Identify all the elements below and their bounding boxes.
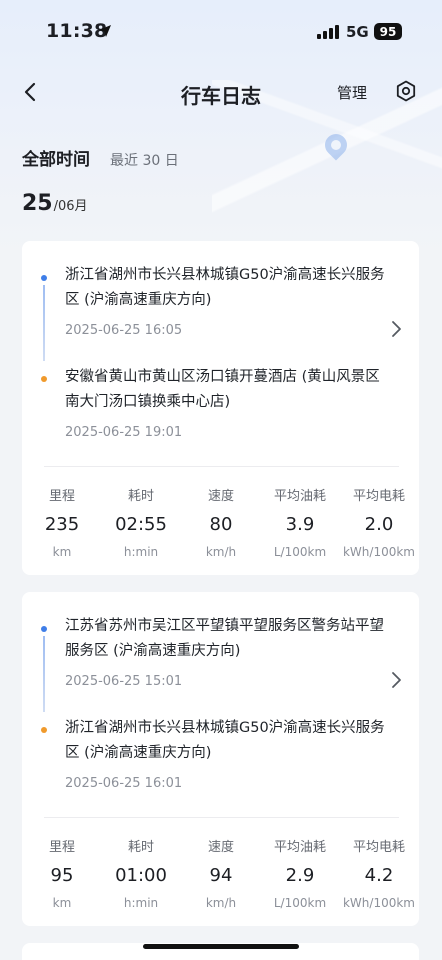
stat-value: 2.9 [285, 865, 315, 886]
stat-unit: km/h [205, 896, 237, 910]
trip-end: 浙江省湖州市长兴县林城镇G50沪渝高速长兴服务区 (沪渝高速重庆方向) 2025… [65, 716, 385, 791]
stat-speed: 速度 80 km/h [181, 485, 261, 559]
trip-route[interactable]: 江苏省苏州市吴江区平望镇平望服务区警务站平望服务区 (沪渝高速重庆方向) 202… [22, 592, 419, 814]
stat-value: 94 [209, 865, 233, 886]
trip-start: 江苏省苏州市吴江区平望镇平望服务区警务站平望服务区 (沪渝高速重庆方向) 202… [65, 614, 385, 689]
trip-end: 安徽省黄山市黄山区汤口镇开蔓酒店 (黄山风景区南大门汤口镇换乘中心店) 2025… [65, 365, 385, 440]
trip-stats: 里程 95 km 耗时 01:00 h:min 速度 94 km/h 平均油耗 … [22, 836, 419, 916]
start-time: 2025-06-25 15:01 [65, 674, 183, 689]
stat-label: 平均油耗 [273, 840, 326, 855]
start-point-icon [41, 626, 47, 632]
stat-unit: L/100km [273, 896, 327, 910]
trip-stats: 里程 235 km 耗时 02:55 h:min 速度 80 km/h 平均油耗… [22, 485, 419, 565]
stat-unit: h:min [123, 545, 159, 559]
stat-label: 平均电耗 [352, 840, 405, 855]
manage-button[interactable]: 管理 [337, 82, 367, 103]
stat-value: 80 [209, 514, 233, 535]
date-month: /06月 [53, 199, 88, 214]
stat-electricity: 平均电耗 2.0 kWh/100km [339, 485, 419, 559]
start-time: 2025-06-25 16:05 [65, 323, 183, 338]
end-point-icon [41, 376, 47, 382]
stat-label: 里程 [48, 840, 75, 855]
stat-unit: km [52, 896, 72, 910]
stat-label: 平均油耗 [273, 489, 326, 504]
stat-value: 3.9 [285, 514, 315, 535]
stat-value: 95 [50, 865, 74, 886]
stat-value: 2.0 [364, 514, 394, 535]
network-type: 5G [346, 23, 369, 41]
stat-label: 速度 [207, 489, 234, 504]
start-point-icon [41, 275, 47, 281]
stat-duration: 耗时 02:55 h:min [101, 485, 181, 559]
card-divider [44, 466, 399, 467]
stat-label: 耗时 [127, 840, 154, 855]
hexagon-settings-icon[interactable] [394, 79, 418, 103]
filter-recent-30-days[interactable]: 最近 30 日 [110, 150, 179, 170]
end-time: 2025-06-25 19:01 [65, 425, 183, 440]
card-divider [44, 817, 399, 818]
end-point-icon [41, 727, 47, 733]
stat-value: 01:00 [115, 865, 167, 886]
end-address: 安徽省黄山市黄山区汤口镇开蔓酒店 (黄山风景区南大门汤口镇换乘中心店) [65, 369, 380, 410]
stat-fuel: 平均油耗 3.9 L/100km [260, 485, 340, 559]
stat-value: 235 [44, 514, 80, 535]
stat-label: 里程 [48, 489, 75, 504]
trip-start: 浙江省湖州市长兴县林城镇G50沪渝高速长兴服务区 (沪渝高速重庆方向) 2025… [65, 263, 385, 338]
date-day: 25 [22, 193, 53, 216]
stat-unit: kWh/100km [342, 896, 415, 910]
location-arrow-icon [99, 25, 111, 37]
stat-fuel: 平均油耗 2.9 L/100km [260, 836, 340, 910]
start-address: 江苏省苏州市吴江区平望镇平望服务区警务站平望服务区 (沪渝高速重庆方向) [65, 618, 384, 659]
stat-electricity: 平均电耗 4.2 kWh/100km [339, 836, 419, 910]
stat-distance: 里程 95 km [22, 836, 102, 910]
trip-route[interactable]: 浙江省湖州市长兴县林城镇G50沪渝高速长兴服务区 (沪渝高速重庆方向) 2025… [22, 241, 419, 463]
stat-label: 耗时 [127, 489, 154, 504]
cellular-signal-icon [317, 25, 339, 39]
battery-indicator: 95 [374, 23, 402, 40]
chevron-right-icon[interactable] [388, 319, 404, 339]
stat-label: 平均电耗 [352, 489, 405, 504]
trip-card[interactable]: 浙江省湖州市长兴县林城镇G50沪渝高速长兴服务区 (沪渝高速重庆方向) 2025… [22, 241, 419, 575]
chevron-right-icon[interactable] [388, 670, 404, 690]
end-address: 浙江省湖州市长兴县林城镇G50沪渝高速长兴服务区 (沪渝高速重庆方向) [65, 720, 385, 761]
stat-value: 02:55 [115, 514, 167, 535]
date-header: 25 /06月 [22, 193, 88, 223]
stat-speed: 速度 94 km/h [181, 836, 261, 910]
trip-card[interactable]: 江苏省苏州市吴江区平望镇平望服务区警务站平望服务区 (沪渝高速重庆方向) 202… [22, 592, 419, 926]
stat-unit: kWh/100km [342, 545, 415, 559]
route-line [43, 636, 45, 712]
stat-duration: 耗时 01:00 h:min [101, 836, 181, 910]
stat-unit: h:min [123, 896, 159, 910]
stat-distance: 里程 235 km [22, 485, 102, 559]
status-bar: 11:38 5G 95 [0, 0, 442, 64]
stat-label: 速度 [207, 840, 234, 855]
time-filter: 全部时间 最近 30 日 [22, 145, 179, 171]
stat-value: 4.2 [364, 865, 394, 886]
end-time: 2025-06-25 16:01 [65, 776, 183, 791]
filter-all-time[interactable]: 全部时间 [22, 145, 90, 170]
start-address: 浙江省湖州市长兴县林城镇G50沪渝高速长兴服务区 (沪渝高速重庆方向) [65, 267, 385, 308]
stat-unit: L/100km [273, 545, 327, 559]
route-line [43, 285, 45, 361]
home-indicator[interactable] [143, 944, 299, 949]
stat-unit: km/h [205, 545, 237, 559]
stat-unit: km [52, 545, 72, 559]
navigation-bar: 行车日志 管理 [0, 66, 442, 118]
page-title: 行车日志 [181, 84, 261, 108]
map-pin-icon [320, 129, 352, 161]
